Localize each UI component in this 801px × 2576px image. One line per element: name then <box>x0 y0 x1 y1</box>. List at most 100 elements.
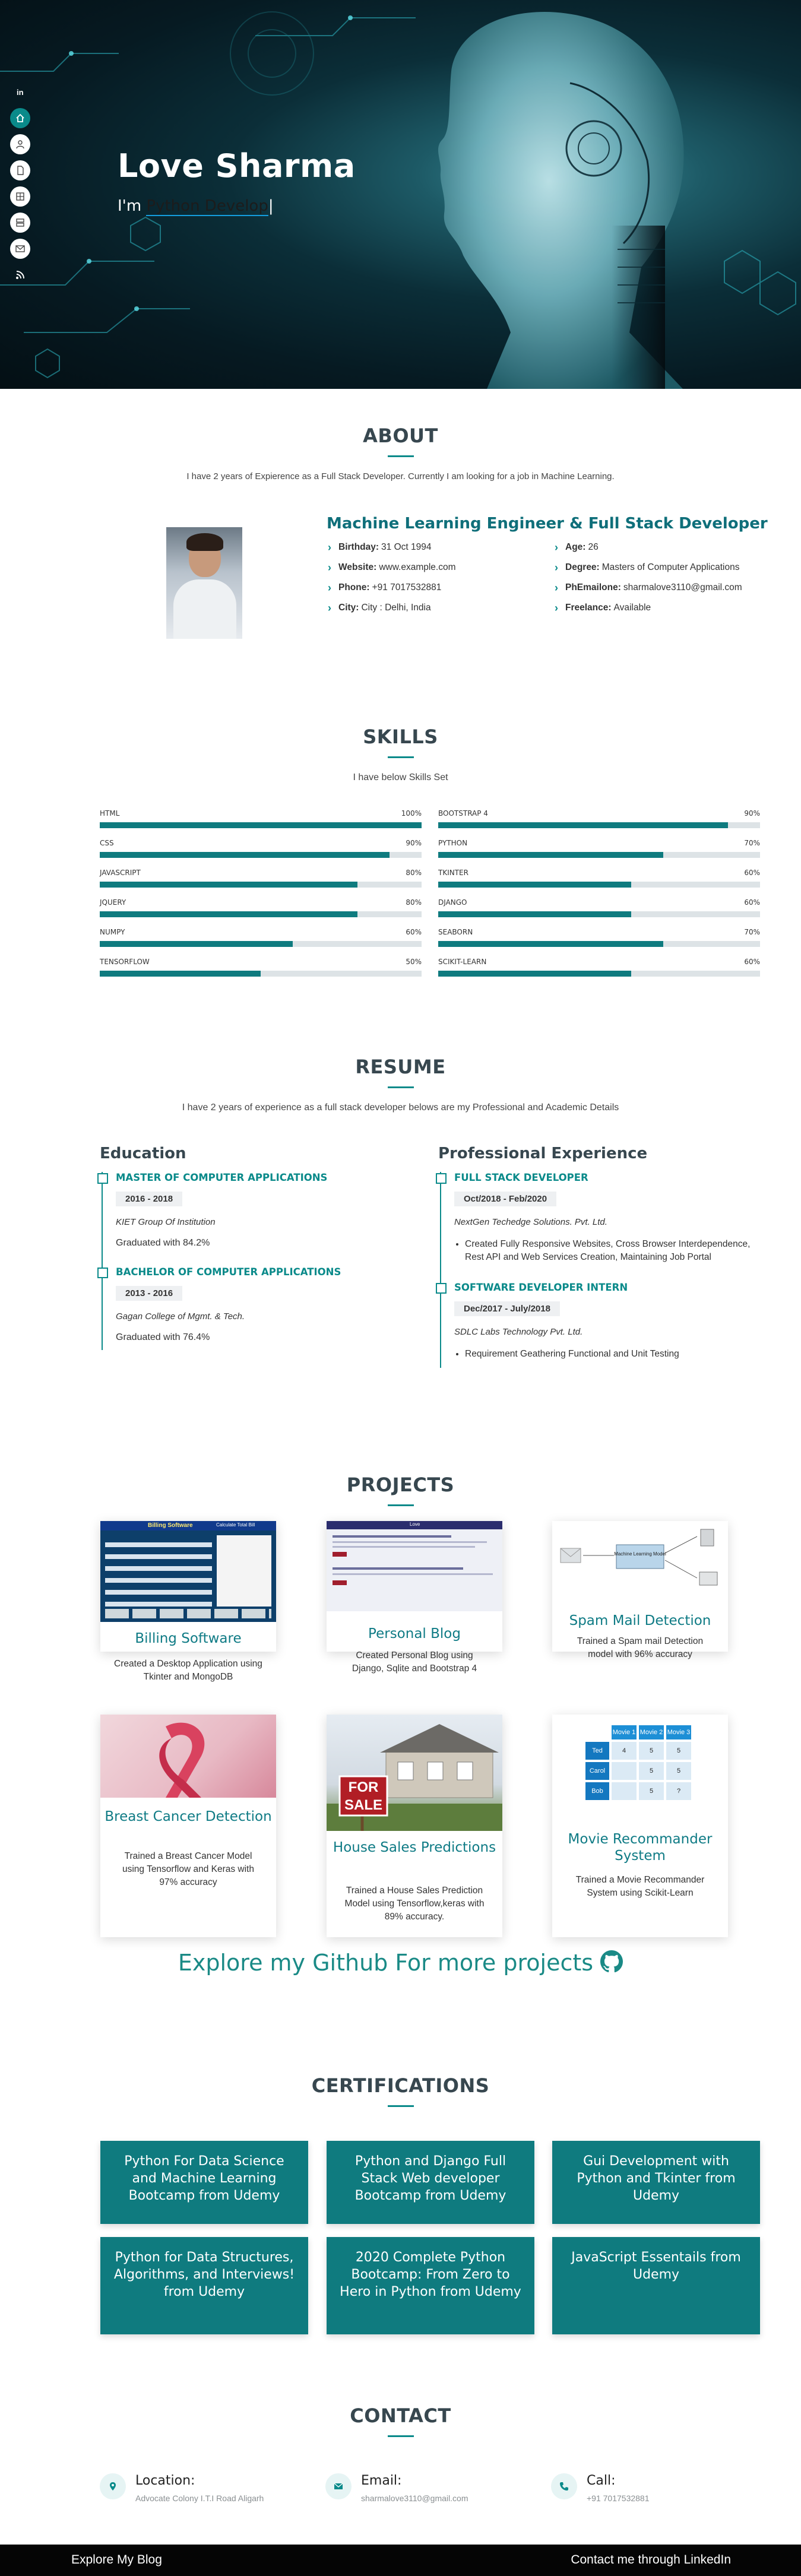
project-description: Trained a House Sales Prediction Model u… <box>344 1886 485 1922</box>
project-card[interactable]: Movie 1 Movie 2 Movie 3 Ted 4 5 5 Carol … <box>552 1715 728 1937</box>
certificate-card[interactable]: JavaScript Essentails from Udemy <box>552 2237 760 2334</box>
location-icon <box>100 2473 126 2499</box>
skill-label-row: TENSORFLOW 50% <box>100 958 422 966</box>
contact-email-value: sharmalove3110@gmail.com <box>361 2493 468 2503</box>
experience-date: Oct/2018 - Feb/2020 <box>454 1192 557 1206</box>
education-heading: Education <box>100 1145 186 1162</box>
project-description: Created a Desktop Application using Tkin… <box>114 1659 262 1682</box>
experience-column: Professional Experience FULL STACK DEVEL… <box>436 1145 762 1368</box>
section-divider <box>387 455 414 457</box>
experience-bullet: Requirement Geathering Functional and Un… <box>465 1348 762 1361</box>
envelope-icon[interactable] <box>10 239 30 259</box>
resume-subtitle: I have 2 years of experience as a full s… <box>182 1102 619 1113</box>
project-card[interactable]: Billing Software Calculate Total Bill Bi… <box>100 1521 276 1682</box>
skill-percent: 80% <box>406 898 422 907</box>
skill-name: CSS <box>100 839 114 847</box>
certifications-section: CERTIFICATIONS Python For Data Science a… <box>0 2060 801 2345</box>
experience-place: SDLC Labs Technology Pvt. Ltd. <box>454 1327 583 1337</box>
side-navigation: in <box>10 82 30 291</box>
skill-fill <box>438 941 664 947</box>
contact-section: CONTACT Location: Advocate Colony I.T.I … <box>0 2390 801 2533</box>
contact-email-label: Email: <box>361 2473 402 2488</box>
hero-robot-background <box>0 11 796 389</box>
phone-icon <box>551 2473 577 2499</box>
github-link[interactable]: Explore my Github For more projects <box>0 1950 801 1976</box>
projects-section: PROJECTS Billing Software Calculate Tota… <box>0 1460 801 1995</box>
education-column: Education MASTER OF COMPUTER APPLICATION… <box>97 1145 420 1350</box>
skill-label-row: BOOTSTRAP 4 90% <box>438 809 760 818</box>
file-icon[interactable] <box>10 160 30 180</box>
detail-age: › Age: 26 <box>555 541 599 553</box>
education-item: BACHELOR OF COMPUTER APPLICATIONS 2013 -… <box>97 1266 420 1350</box>
experience-item: FULL STACK DEVELOPER Oct/2018 - Feb/2020… <box>436 1172 762 1282</box>
server-icon[interactable] <box>10 213 30 233</box>
section-title-about: ABOUT <box>363 424 438 447</box>
typed-role: Python Develop <box>146 197 268 216</box>
project-card[interactable]: FOR SALE House Sales Predictions Trained… <box>327 1715 502 1937</box>
thumb-text: Calculate Total Bill <box>216 1522 255 1528</box>
skill-label-row: NUMPY 60% <box>100 928 422 936</box>
thumb-text: Movie 2 <box>639 1725 664 1739</box>
project-description: Created Personal Blog using Django, Sqli… <box>352 1650 477 1674</box>
project-card[interactable]: Machine Learning Model Spam Mail Detecti… <box>552 1521 728 1659</box>
profile-photo <box>166 527 242 639</box>
footer-linkedin-link[interactable]: Contact me through LinkedIn <box>571 2553 731 2567</box>
experience-date: Dec/2017 - July/2018 <box>454 1301 560 1316</box>
skill-fill <box>438 882 632 888</box>
contact-email[interactable]: Email: sharmalove3110@gmail.com <box>325 2473 527 2509</box>
home-icon[interactable] <box>10 108 30 128</box>
hero-section: in Love Sharma I'm Python Develop| <box>0 0 801 389</box>
about-details-left: › Birthday: 31 Oct 1994 › Website: www.examp… <box>328 537 456 618</box>
skill-name: SCIKIT-LEARN <box>438 958 487 966</box>
book-icon[interactable] <box>10 186 30 207</box>
skill-percent: 80% <box>406 869 422 877</box>
thumb-text: 5 <box>666 1742 691 1760</box>
education-place: KIET Group Of Institution <box>116 1217 216 1227</box>
contact-call-value: +91 7017532881 <box>587 2493 650 2503</box>
about-intro: I have 2 years of Expierence as a Full S… <box>186 471 615 481</box>
linkedin-icon[interactable]: in <box>10 82 30 102</box>
github-icon <box>600 1950 623 1973</box>
skill-label-row: JQUERY 80% <box>100 898 422 907</box>
section-divider <box>387 1086 414 1088</box>
certificate-card[interactable]: Python and Django Full Stack Web develop… <box>327 2141 534 2224</box>
detail-freelance: › Freelance: Available <box>555 601 651 614</box>
thumb-text: Love <box>410 1522 420 1527</box>
footer-blog-link[interactable]: Explore My Blog <box>71 2553 162 2567</box>
education-note: Graduated with 84.2% <box>116 1238 210 1248</box>
user-icon[interactable] <box>10 134 30 154</box>
project-card[interactable]: Breast Cancer Detection Trained a Breast… <box>100 1715 276 1937</box>
spam-detection-thumbnail: Machine Learning Model <box>552 1521 728 1604</box>
thumb-text: Billing Software <box>148 1522 193 1529</box>
project-title: Breast Cancer Detection <box>105 1809 272 1824</box>
thumb-text: 4 <box>612 1742 637 1760</box>
skill-bar: PYTHON 70% <box>438 839 760 869</box>
certificate-card[interactable]: Python For Data Science and Machine Lear… <box>100 2141 308 2224</box>
section-divider <box>387 2435 414 2437</box>
skill-fill <box>438 822 728 828</box>
footer: Explore My Blog Contact me through Linke… <box>0 2545 801 2576</box>
experience-item: SOFTWARE DEVELOPER INTERN Dec/2017 - Jul… <box>436 1282 762 1368</box>
skill-name: BOOTSTRAP 4 <box>438 809 488 818</box>
thumb-text: Movie 1 <box>612 1725 637 1739</box>
detail-birthday: › Birthday: 31 Oct 1994 <box>328 541 432 553</box>
contact-phone[interactable]: Call: +91 7017532881 <box>551 2473 753 2509</box>
skill-bar: TENSORFLOW 50% <box>100 958 422 987</box>
skill-percent: 60% <box>406 928 422 936</box>
project-card[interactable]: Love Personal Blog Created Personal Blog… <box>327 1521 502 1674</box>
section-divider <box>387 756 414 758</box>
education-place: Gagan College of Mgmt. & Tech. <box>116 1311 245 1322</box>
skill-bar: DJANGO 60% <box>438 898 760 928</box>
certificate-card[interactable]: 2020 Complete Python Bootcamp: From Zero… <box>327 2237 534 2334</box>
skill-bar: SCIKIT-LEARN 60% <box>438 958 760 987</box>
rss-icon[interactable] <box>10 265 30 285</box>
skill-label-row: DJANGO 60% <box>438 898 760 907</box>
certificate-card[interactable]: Python for Data Structures, Algorithms, … <box>100 2237 308 2334</box>
thumb-text: Bob <box>585 1782 609 1800</box>
certificate-card[interactable]: Gui Development with Python and Tkinter … <box>552 2141 760 2224</box>
skill-fill <box>100 852 390 858</box>
education-item: MASTER OF COMPUTER APPLICATIONS 2016 - 2… <box>97 1172 420 1266</box>
skill-name: PYTHON <box>438 839 468 847</box>
skill-label-row: JAVASCRIPT 80% <box>100 869 422 877</box>
skills-subtitle: I have below Skills Set <box>353 772 448 782</box>
